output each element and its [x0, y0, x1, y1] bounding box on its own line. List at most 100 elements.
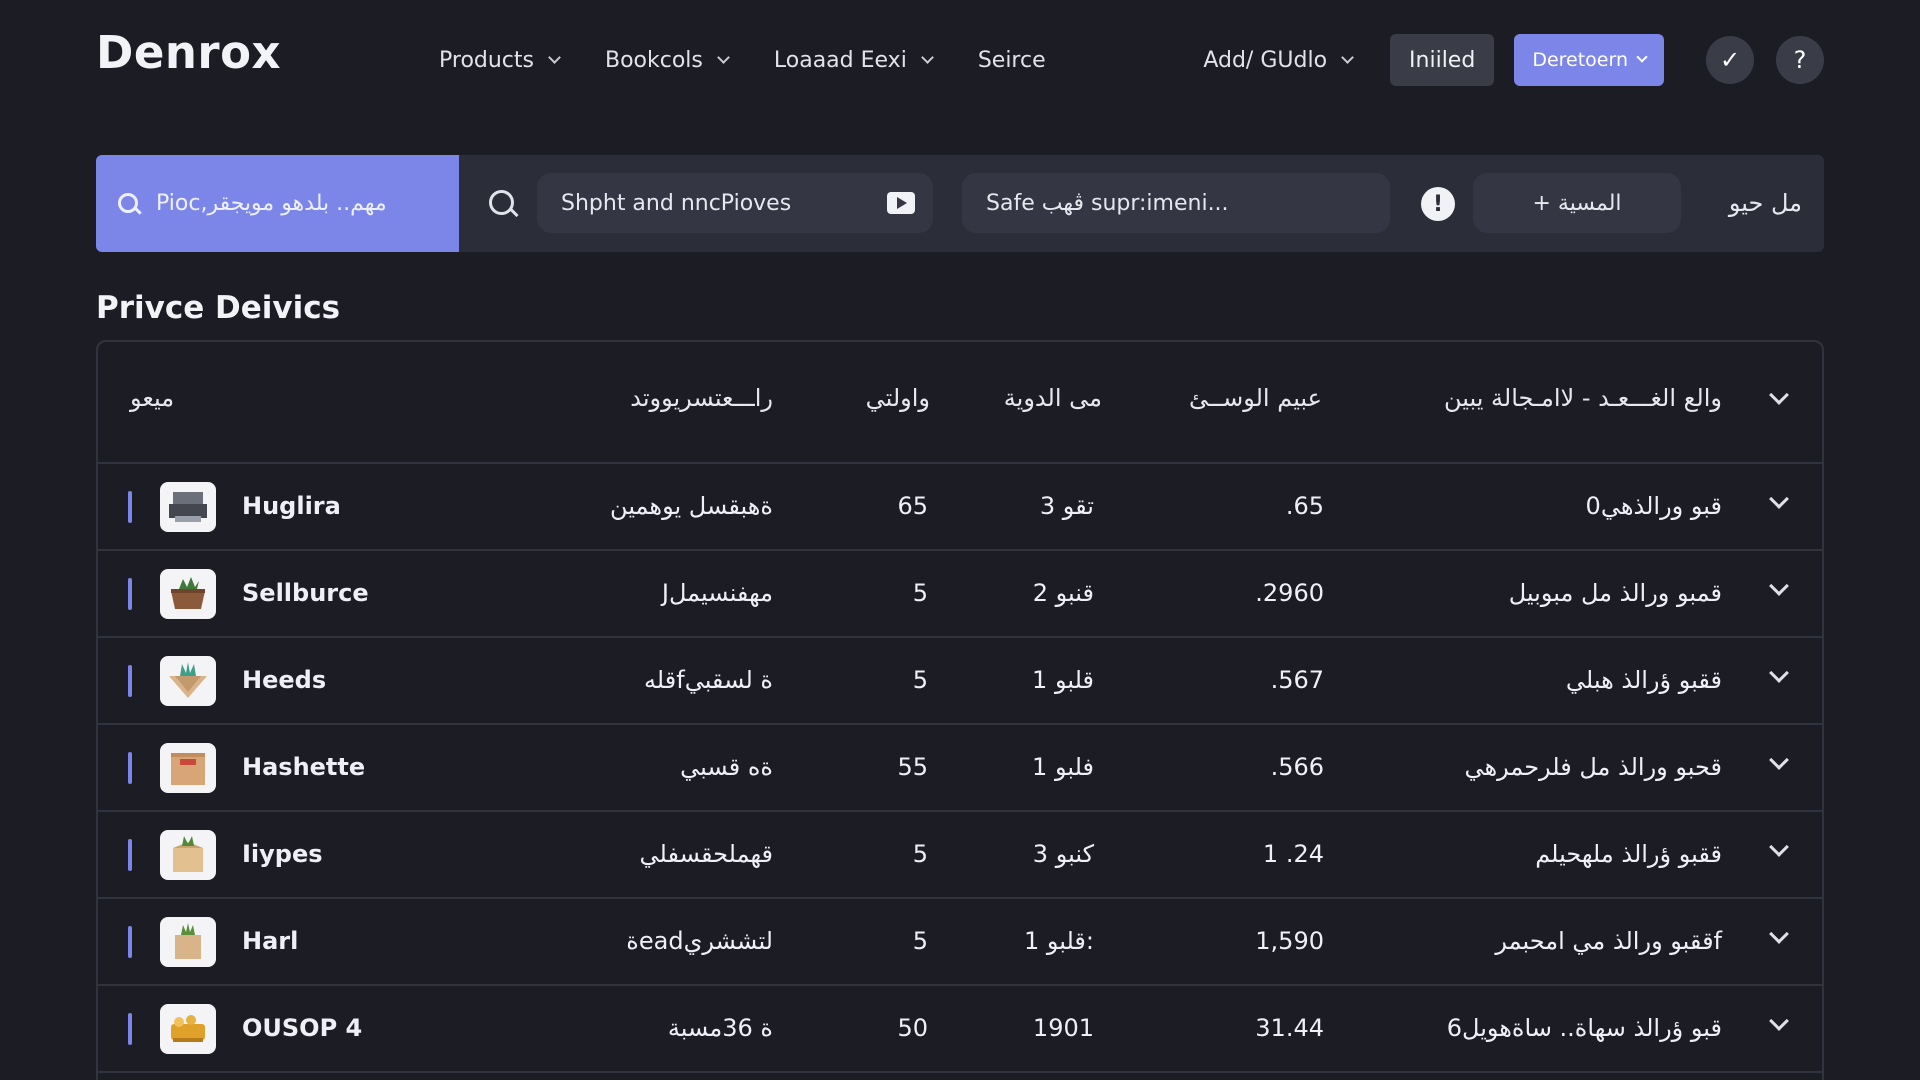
row-desc: ةeadلتششري: [626, 927, 773, 955]
app-logo[interactable]: Denrox: [96, 26, 281, 79]
table-row[interactable]: Iiypes قهملحقسفلي 5 كنبو 3 1 .24 ققبو ؤر…: [98, 812, 1822, 899]
row-accent: [128, 926, 132, 958]
row-group: قلبو 1: [1032, 666, 1094, 694]
primary-search[interactable]: [96, 155, 459, 252]
chevron-down-icon[interactable]: [1769, 489, 1789, 509]
nav-products[interactable]: Products: [439, 42, 561, 78]
header-desc[interactable]: راـــعتسريووتد: [630, 384, 773, 412]
row-accent: [128, 665, 132, 697]
chevron-down-icon: [1636, 51, 1648, 63]
row-price: .567: [1270, 666, 1324, 694]
chevron-down-icon[interactable]: [1769, 750, 1789, 770]
chevron-down-icon[interactable]: [1769, 576, 1789, 596]
product-thumbnail: [160, 656, 216, 706]
table-row[interactable]: Heeds قلهfة لسقبي 5 قلبو 1 .567 ققبو ؤرا…: [98, 638, 1822, 725]
row-detail: ققبو ؤرالذ ملهحيلم: [1535, 840, 1722, 868]
nav-bookcols-label: Bookcols: [605, 47, 703, 73]
page-title: Privce Deivics: [96, 290, 341, 326]
row-desc: قلهfة لسقبي: [643, 666, 773, 694]
nav-loaaad-label: Loaaad Eexi: [773, 47, 907, 73]
chevron-down-icon: [548, 50, 561, 64]
inlined-button[interactable]: Iniiled: [1390, 34, 1495, 86]
filter-pill-shpht-label: Shpht and nncPioves: [561, 190, 792, 216]
product-thumbnail: [160, 482, 216, 532]
row-name: Heeds: [242, 666, 327, 694]
nav-seirce-label: Seirce: [977, 47, 1046, 73]
table-row[interactable]: OUSOP 4 ة 36مسبة 50 1901 31.44 6قبو ؤرال…: [98, 986, 1822, 1073]
table-row[interactable]: Sellburce Jمهفنسيمل 5 قنبو 2 .2960 قمبو …: [98, 551, 1822, 638]
row-qty: 5: [912, 666, 928, 694]
row-desc: ةهبقسل يوهمين: [610, 492, 773, 520]
chevron-down-icon: [717, 50, 730, 64]
alert-icon[interactable]: !: [1421, 187, 1455, 221]
chevron-down-icon[interactable]: [1769, 837, 1789, 857]
add-guide-label: Add/ GUdlo: [1203, 47, 1328, 73]
chevron-down-icon[interactable]: [1769, 385, 1789, 405]
add-guide-menu[interactable]: Add/ GUdlo: [1203, 47, 1354, 73]
primary-search-input[interactable]: [156, 191, 436, 216]
check-button[interactable]: ✓: [1706, 36, 1754, 84]
header-price[interactable]: عبيم الوســئ: [1189, 384, 1322, 412]
row-qty: 65: [897, 492, 928, 520]
row-group: قلبو 1:: [1023, 927, 1094, 955]
row-name: OUSOP 4: [242, 1014, 363, 1042]
header-qty[interactable]: واولتي: [866, 384, 930, 412]
check-icon: ✓: [1719, 46, 1741, 74]
row-name: Hashette: [242, 753, 366, 781]
row-group: قنبو 2: [1032, 579, 1094, 607]
search-toolbar: Shpht and nncPioves Safe ڤهب supr:imeni.…: [96, 155, 1824, 252]
row-price: .2960: [1255, 579, 1324, 607]
filter-pill-shpht[interactable]: Shpht and nncPioves: [537, 173, 933, 233]
table-row[interactable]: Harl ةeadلتششري 5 قلبو 1: 1,590 ققبو ورا…: [98, 899, 1822, 986]
row-name: Huglira: [242, 492, 341, 520]
header-name[interactable]: ميعو: [130, 384, 174, 412]
chevron-down-icon[interactable]: [1769, 663, 1789, 683]
product-thumbnail: [160, 917, 216, 967]
row-accent: [128, 578, 132, 610]
row-price: 1,590: [1255, 927, 1324, 955]
nav-loaaad[interactable]: Loaaad Eexi: [773, 42, 934, 78]
chevron-down-icon[interactable]: [1769, 1011, 1789, 1031]
devices-table: ميعو راـــعتسريووتد واولتي مى الدوية عبي…: [96, 340, 1824, 1080]
help-icon: ?: [1793, 46, 1807, 74]
play-icon[interactable]: [887, 192, 915, 214]
chevron-down-icon[interactable]: [1769, 924, 1789, 944]
deretoern-button[interactable]: Deretoern: [1514, 34, 1664, 86]
search-icon[interactable]: [489, 190, 517, 218]
product-thumbnail: [160, 1004, 216, 1054]
header-group[interactable]: مى الدوية: [1004, 384, 1102, 412]
chevron-down-icon: [920, 50, 934, 64]
row-detail: قمبو ورالذ مل مبوبيل: [1508, 579, 1722, 607]
row-price: .65: [1285, 492, 1324, 520]
product-thumbnail: [160, 569, 216, 619]
table-row[interactable]: Hashette ةه قسبي 55 فلبو 1 .566 قحبو ورا…: [98, 725, 1822, 812]
row-accent: [128, 491, 132, 523]
table-header: ميعو راـــعتسريووتد واولتي مى الدوية عبي…: [98, 342, 1822, 464]
row-desc: Jمهفنسيمل: [661, 579, 773, 607]
row-qty: 5: [912, 927, 928, 955]
add-filter-label: المسية +: [1532, 190, 1622, 216]
table-row[interactable]: Huglira ةهبقسل يوهمين 65 تقو 3 .65 0قبو …: [98, 464, 1822, 551]
row-qty: 50: [897, 1014, 928, 1042]
row-accent: [128, 752, 132, 784]
row-detail: ققبو ؤرالذ هبلي: [1565, 666, 1722, 694]
search-right-label[interactable]: مل حيو: [1729, 189, 1802, 217]
row-group: كنبو 3: [1032, 840, 1094, 868]
nav-products-label: Products: [439, 47, 534, 73]
row-price: 1 .24: [1262, 840, 1324, 868]
row-qty: 5: [912, 579, 928, 607]
filter-pill-safe[interactable]: Safe ڤهب supr:imeni...: [962, 173, 1390, 233]
row-group: 1901: [1032, 1014, 1094, 1042]
product-thumbnail: [160, 830, 216, 880]
add-filter-pill[interactable]: المسية +: [1473, 173, 1681, 233]
nav-seirce[interactable]: Seirce: [978, 42, 1046, 78]
row-price: .566: [1270, 753, 1324, 781]
row-name: Sellburce: [242, 579, 369, 607]
header-detail[interactable]: والع الغـــعـد - لاامـجالة يبين: [1444, 384, 1722, 412]
help-button[interactable]: ?: [1776, 36, 1824, 84]
row-qty: 55: [897, 753, 928, 781]
row-detail: 0قبو ورالذهي: [1585, 492, 1722, 520]
row-detail: قحبو ورالذ مل فلرحمرهي: [1464, 753, 1722, 781]
nav-bookcols[interactable]: Bookcols: [605, 42, 730, 78]
product-thumbnail: [160, 743, 216, 793]
